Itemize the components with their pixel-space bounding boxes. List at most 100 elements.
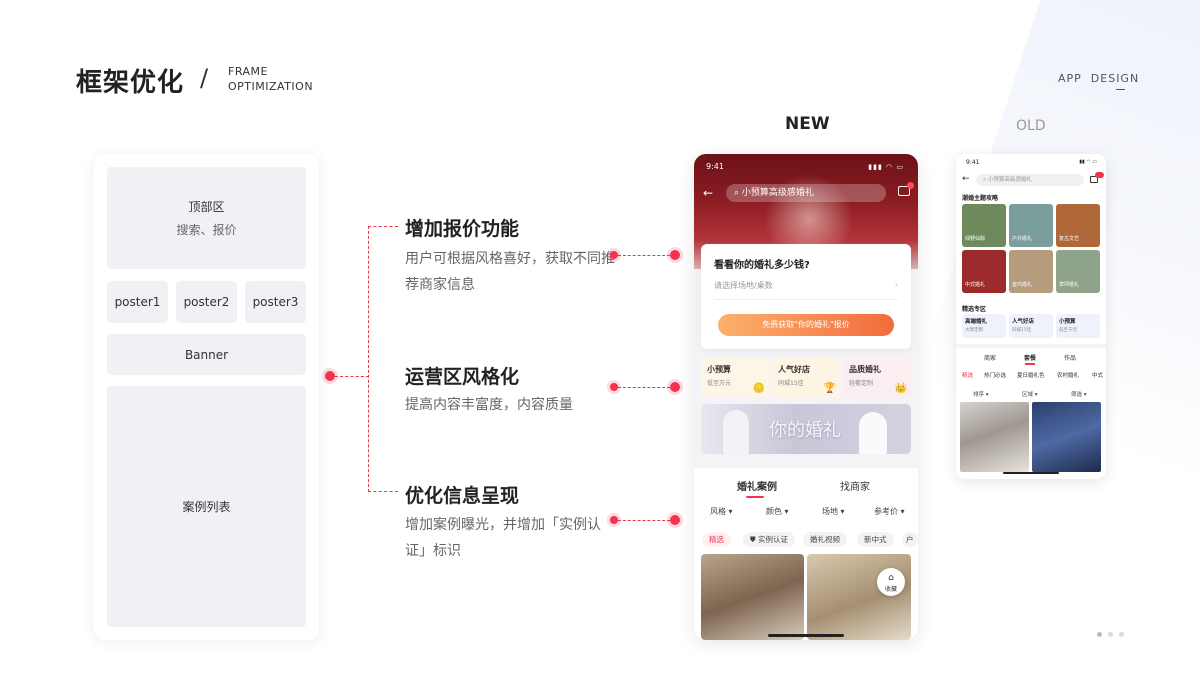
feature-desc-quote: 用户可根据风格喜好，获取不同推荐商家信息 [405,251,615,293]
case-image[interactable] [807,554,911,640]
pointer-line [618,387,670,388]
theme-grid: 绿野仙踪 户外婚礼 复古文艺 中式婚礼 室内婚礼 草坪婚礼 [962,204,1100,293]
pagination-dot-active[interactable] [1097,632,1102,637]
connector-dot-left [325,371,335,381]
wire-top-sub: 搜索、报价 [176,223,237,237]
chip-verified[interactable]: ⛊ 实例认证 [743,532,796,547]
zone-item[interactable]: 人气好店 同城15佳 [1009,314,1053,338]
favorite-button[interactable]: ⌂ 收藏 [877,568,905,596]
tab-packages[interactable]: 套餐 [1024,353,1036,362]
zone-item[interactable]: 小预算 低至千元 [1056,314,1100,338]
zone-item[interactable]: 高端婚礼 大牌定制 [962,314,1006,338]
banner-figure [859,412,887,454]
back-arrow-icon[interactable]: ← [703,186,713,200]
chip-summer[interactable]: 夏日婚礼色 [1017,371,1045,379]
venue-select[interactable]: 请选择场地/桌数 › [714,280,898,300]
package-image[interactable] [960,402,1029,472]
feature-desc-info: 增加案例曝光，并增加「实例认证」标识 [405,517,601,559]
search-input[interactable]: ⌕ 小预算高级感婚礼 [726,184,886,202]
feature-title-quote: 增加报价功能 [405,218,520,240]
connector-line [368,226,369,492]
filter-sort[interactable]: 排序 ▾ [973,390,989,398]
quote-card: 看看你的婚礼多少钱? 请选择场地/桌数 › 免费获取"你的婚礼"报价 [701,244,911,349]
filter-price[interactable]: 参考价 ▾ [874,506,905,517]
feature-desc-ops: 提高内容丰富度，内容质量 [405,397,573,413]
chip-featured[interactable]: 精选 [702,532,731,547]
pointer-dot [610,516,618,524]
chip-featured[interactable]: 精选 [962,371,973,379]
case-image[interactable] [701,554,804,640]
pointer-dot [670,250,680,260]
op-title: 小预算 [707,365,731,374]
home-indicator [768,634,844,637]
status-time: 9:41 [966,159,980,166]
old-phone-mockup: 9:41 ▮▮ ◠ ▭ ← ⌕ 小预算高级感婚礼 潮婚主题攻略 绿野仙踪 户外婚… [956,154,1106,479]
op-popular-shops[interactable]: 人气好店 同城15佳 🏆 [772,358,840,398]
home-star-icon: ⌂ [888,573,894,583]
home-indicator [1003,472,1059,474]
chip-chinese[interactable]: 新中式 [857,532,894,547]
package-image[interactable] [1032,402,1101,472]
subtitle-line2: OPTIMIZATION [228,80,314,93]
pointer-dot [670,515,680,525]
search-placeholder: 小预算高级感婚礼 [987,177,1032,183]
connector-line [368,491,398,492]
shield-icon: ⛊ [750,535,756,544]
filter-area[interactable]: 区域 ▾ [1022,390,1038,398]
chip-rural[interactable]: 农村婚礼 [1057,371,1079,379]
search-icon: ⌕ [734,188,742,198]
promo-banner[interactable]: 你的婚礼 [701,404,911,454]
banner-text: 你的婚礼 [769,420,841,441]
pointer-dot [610,251,618,259]
tab-works[interactable]: 作品 [1064,353,1076,362]
label-new: NEW [785,114,830,134]
signal-wifi-battery-icon: ▮▮ ◠ ▭ [1079,159,1097,165]
connector-line [368,226,398,227]
page-title: 框架优化 [76,68,185,98]
chip-video[interactable]: 婚礼视频 [803,532,847,547]
wire-top-area: 顶部区 搜索、报价 [107,167,306,269]
wire-poster-1: poster1 [107,281,168,323]
pagination-dot[interactable] [1119,632,1124,637]
filter-color[interactable]: 颜色 ▾ [766,506,789,517]
divider [956,344,1106,348]
op-small-budget[interactable]: 小预算 低至万元 🪙 [701,358,769,398]
filter-style[interactable]: 风格 ▾ [710,506,733,517]
pagination-dot[interactable] [1108,632,1113,637]
message-badge [907,182,914,189]
label-old: OLD [1016,118,1046,134]
subtitle-line1: FRAME [228,65,268,78]
chip-more[interactable]: 户 [902,532,918,547]
page-subtitle: FRAME OPTIMIZATION [228,64,313,94]
title-separator: / [200,64,209,92]
active-tab-indicator [746,496,764,498]
section-featured-zone: 精选专区 [962,306,987,313]
banner-figure [723,410,749,454]
tab-vendors[interactable]: 商家 [984,353,996,362]
get-quote-button[interactable]: 免费获取"你的婚礼"报价 [718,314,894,336]
wire-top-title: 顶部区 [188,200,225,214]
filter-venue[interactable]: 场地 ▾ [822,506,845,517]
theme-cell[interactable]: 室内婚礼 [1009,250,1053,293]
wire-poster-3: poster3 [245,281,306,323]
chip-chinese[interactable]: 中式 [1092,371,1103,379]
section-theme-guide: 潮婚主题攻略 [962,195,999,202]
theme-cell[interactable]: 草坪婚礼 [1056,250,1100,293]
case-section: 婚礼案例 找商家 风格 ▾ 颜色 ▾ 场地 ▾ 参考价 ▾ 精选 ⛊ 实例认证 … [694,468,918,640]
op-quality-wedding[interactable]: 品质婚礼 轻奢定制 👑 [843,358,911,398]
theme-cell[interactable]: 绿野仙踪 [962,204,1006,247]
filter-filter[interactable]: 筛选 ▾ [1071,390,1087,398]
new-phone-mockup: 9:41 ▮▮▮ ◠ ▭ ← ⌕ 小预算高级感婚礼 看看你的婚礼多少钱? 请选择… [694,154,918,640]
venue-select-placeholder: 请选择场地/桌数 [714,281,773,290]
theme-cell[interactable]: 中式婚礼 [962,250,1006,293]
coin-icon: 🪙 [752,383,765,394]
back-arrow-icon[interactable]: ← [962,174,970,184]
search-placeholder: 小预算高级感婚礼 [741,188,814,198]
search-input[interactable]: ⌕ 小预算高级感婚礼 [976,174,1084,186]
tab-wedding-cases[interactable]: 婚礼案例 [737,478,777,493]
theme-cell[interactable]: 复古文艺 [1056,204,1100,247]
chip-hot[interactable]: 热门必选 [984,371,1006,379]
theme-cell[interactable]: 户外婚礼 [1009,204,1053,247]
tab-find-vendor[interactable]: 找商家 [840,478,870,493]
feature-title-ops: 运营区风格化 [405,366,520,388]
